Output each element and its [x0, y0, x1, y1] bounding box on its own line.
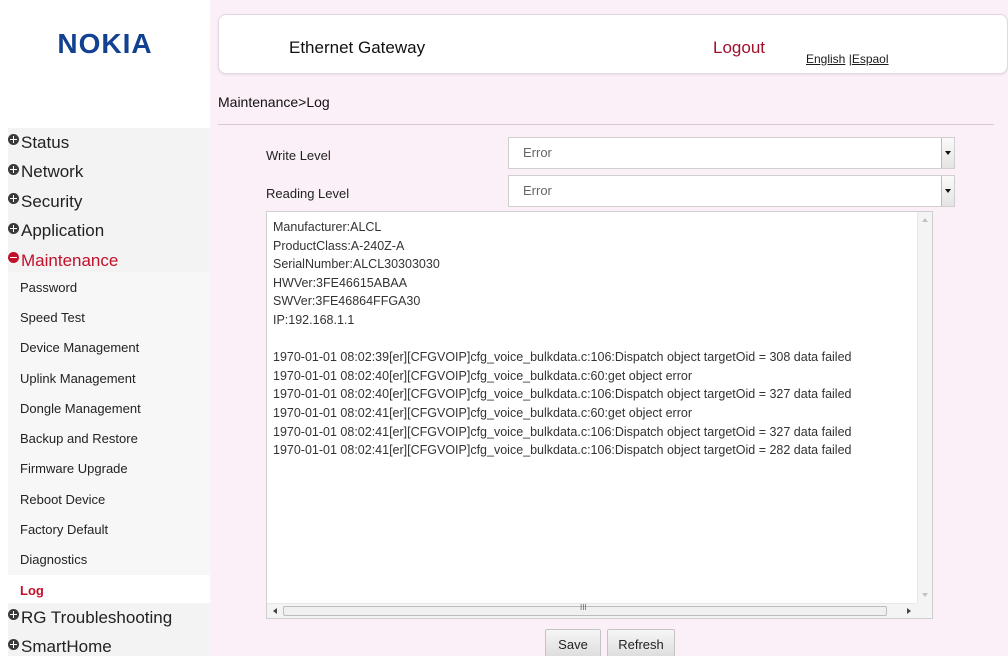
- save-button[interactable]: Save: [545, 629, 601, 656]
- divider: [218, 124, 994, 125]
- expand-plus-icon: [8, 638, 19, 650]
- nav-item-smarthome[interactable]: SmartHome: [8, 632, 210, 656]
- log-line: SWVer:3FE46864FFGA30: [273, 294, 421, 309]
- horizontal-scrollbar[interactable]: III: [267, 603, 919, 618]
- subnav-item-backup-restore[interactable]: Backup and Restore: [8, 423, 210, 454]
- nav-item-label: Maintenance: [21, 250, 119, 270]
- write-level-value: Error: [523, 145, 552, 160]
- log-line: IP:192.168.1.1: [273, 312, 355, 327]
- language-switcher: English |Espaol: [806, 52, 889, 66]
- log-line: ProductClass:A-240Z-A: [273, 238, 405, 253]
- maintenance-subnav: Password Speed Test Device Management Up…: [8, 272, 210, 606]
- subnav-item-factory-default[interactable]: Factory Default: [8, 514, 210, 545]
- write-level-label: Write Level: [266, 148, 331, 163]
- nav-item-security[interactable]: Security: [8, 187, 210, 217]
- log-line: HWVer:3FE46615ABAA: [273, 275, 408, 290]
- log-textarea[interactable]: Manufacturer:ALCL ProductClass:A-240Z-A Se…: [266, 211, 933, 619]
- subnav-item-firmware-upgrade[interactable]: Firmware Upgrade: [8, 453, 210, 485]
- resize-corner[interactable]: [917, 603, 932, 618]
- subnav-item-password[interactable]: Password: [8, 272, 210, 303]
- scroll-up-icon[interactable]: [922, 218, 928, 222]
- main-content: Ethernet Gateway Logout English |Espaol …: [210, 0, 1008, 656]
- main-nav: Status Network Security Application Main…: [8, 128, 210, 276]
- header-title: Ethernet Gateway: [289, 38, 426, 57]
- logout-link[interactable]: Logout: [713, 38, 765, 58]
- chevron-down-icon[interactable]: [941, 176, 954, 206]
- breadcrumb: Maintenance>Log: [218, 94, 330, 110]
- nav-item-label: Status: [21, 132, 70, 152]
- chevron-down-icon[interactable]: [941, 138, 954, 168]
- nav-item-rg-troubleshooting[interactable]: RG Troubleshooting: [8, 603, 210, 633]
- log-line: 1970-01-01 08:02:41[er][CFGVOIP]cfg_voic…: [273, 405, 692, 420]
- refresh-button[interactable]: Refresh: [607, 629, 675, 656]
- subnav-item-diagnostics[interactable]: Diagnostics: [8, 544, 210, 575]
- expand-plus-icon: [8, 134, 19, 146]
- vertical-scrollbar[interactable]: [917, 212, 932, 605]
- subnav-item-reboot-device[interactable]: Reboot Device: [8, 484, 210, 515]
- nav-item-application[interactable]: Application: [8, 216, 210, 246]
- scrollbar-grip: III: [580, 603, 587, 612]
- log-line: 1970-01-01 08:02:39[er][CFGVOIP]cfg_voic…: [273, 350, 852, 365]
- reading-level-value: Error: [523, 183, 552, 198]
- log-line: 1970-01-01 08:02:41[er][CFGVOIP]cfg_voic…: [273, 443, 852, 458]
- subnav-item-log[interactable]: Log: [8, 574, 210, 606]
- write-level-select[interactable]: Error: [508, 137, 955, 169]
- reading-level-label: Reading Level: [266, 186, 350, 201]
- nav-item-label: Application: [21, 221, 105, 241]
- scrollbar-thumb[interactable]: III: [283, 603, 887, 616]
- log-content: Manufacturer:ALCL ProductClass:A-240Z-A Se…: [273, 218, 852, 460]
- log-line: 1970-01-01 08:02:40[er][CFGVOIP]cfg_voic…: [273, 387, 852, 402]
- nav-item-label: Security: [21, 191, 83, 211]
- subnav-item-speed-test[interactable]: Speed Test: [8, 302, 210, 333]
- lang-espanol-link[interactable]: Espaol: [852, 52, 889, 66]
- expand-plus-icon: [8, 222, 19, 234]
- lang-english-link[interactable]: English: [806, 52, 845, 66]
- scroll-left-icon[interactable]: [273, 608, 277, 614]
- nokia-logo: NOKIA: [57, 28, 153, 59]
- log-line: Manufacturer:ALCL: [273, 220, 382, 234]
- scroll-down-icon[interactable]: [922, 593, 928, 597]
- scroll-right-icon[interactable]: [907, 608, 911, 614]
- nav-item-label: RG Troubleshooting: [21, 607, 173, 627]
- collapse-minus-icon: [8, 252, 19, 264]
- subnav-item-device-management[interactable]: Device Management: [8, 332, 210, 363]
- nav-item-label: Network: [21, 162, 84, 182]
- expand-plus-icon: [8, 193, 19, 205]
- expand-plus-icon: [8, 609, 19, 621]
- nav-item-network[interactable]: Network: [8, 157, 210, 187]
- subnav-item-dongle-management[interactable]: Dongle Management: [8, 393, 210, 424]
- log-line: 1970-01-01 08:02:41[er][CFGVOIP]cfg_voic…: [273, 424, 852, 439]
- log-line: 1970-01-01 08:02:40[er][CFGVOIP]cfg_voic…: [273, 368, 692, 383]
- main-nav-bottom: RG Troubleshooting SmartHome: [8, 603, 210, 656]
- nav-item-label: SmartHome: [21, 637, 112, 656]
- log-line: SerialNumber:ALCL30303030: [273, 257, 440, 272]
- expand-plus-icon: [8, 163, 19, 175]
- sidebar: NOKIA Status Network Security Applicatio…: [0, 0, 210, 656]
- header-bar: Ethernet Gateway Logout English |Espaol: [218, 14, 1008, 74]
- reading-level-select[interactable]: Error: [508, 175, 955, 207]
- nav-item-status[interactable]: Status: [8, 128, 210, 158]
- subnav-item-uplink-management[interactable]: Uplink Management: [8, 362, 210, 394]
